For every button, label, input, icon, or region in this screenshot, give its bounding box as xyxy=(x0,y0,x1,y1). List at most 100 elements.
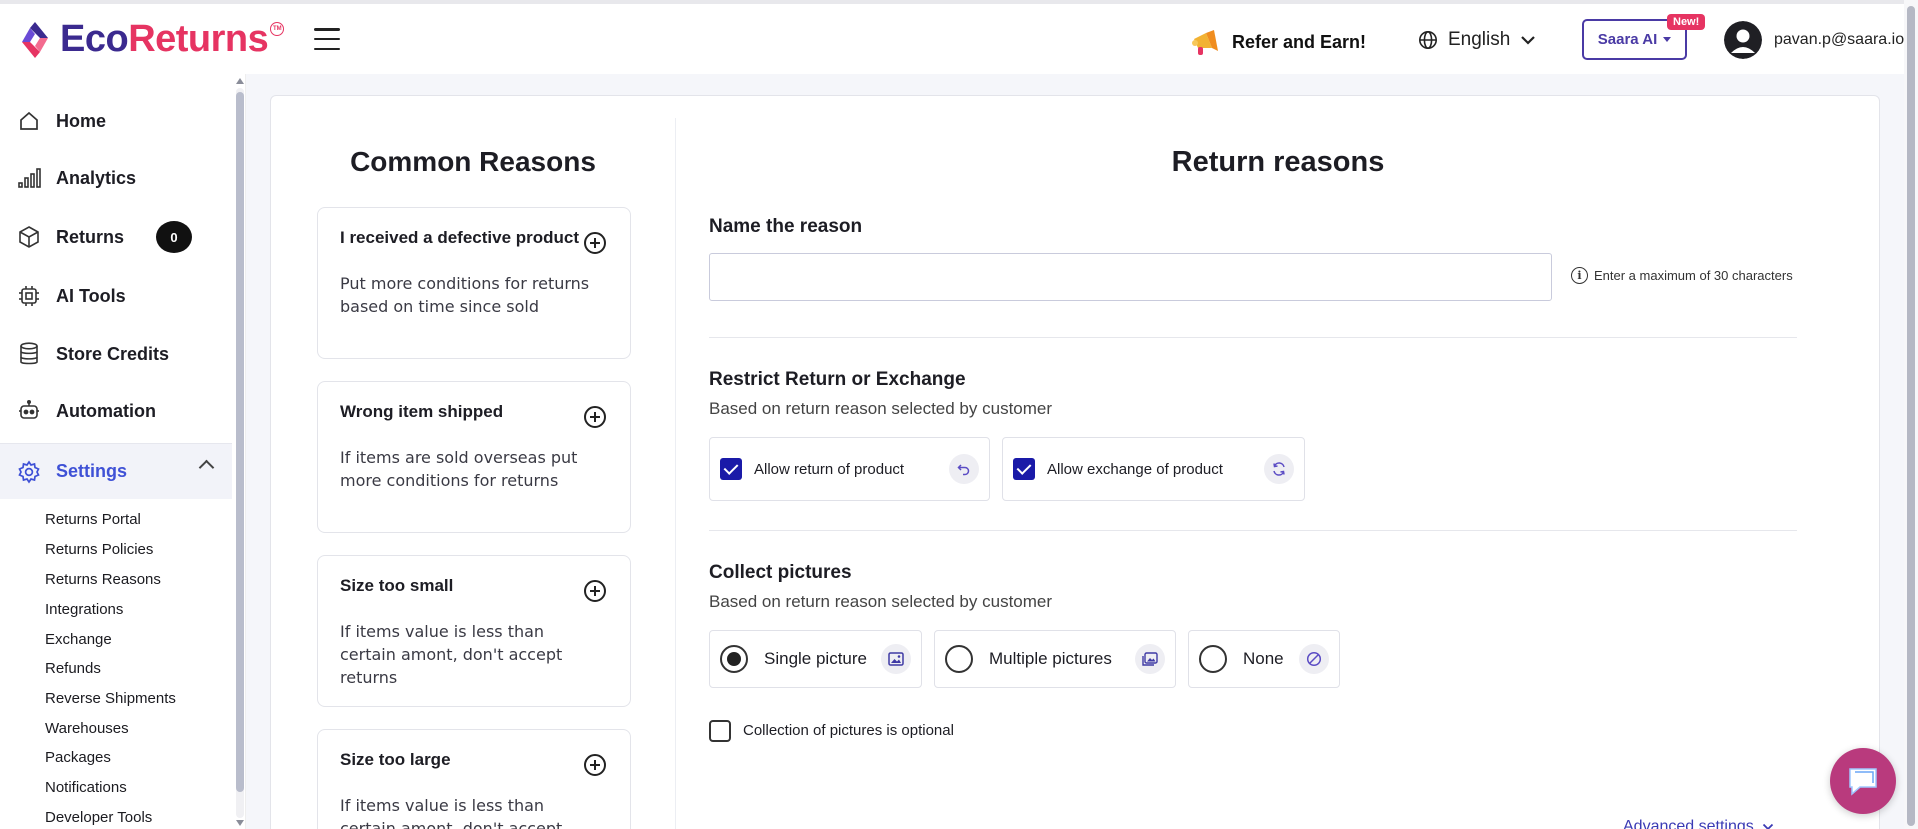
trademark-mark: TM xyxy=(270,21,285,36)
reason-name-input[interactable] xyxy=(709,253,1552,301)
allow-exchange-option[interactable]: Allow exchange of product xyxy=(1002,437,1305,501)
sidebar-item-label: Returns xyxy=(56,226,125,247)
single-picture-label: Single picture xyxy=(764,649,868,668)
refer-and-earn-link[interactable]: Refer and Earn! xyxy=(1190,26,1366,58)
sidebar-subitem-returns-reasons[interactable]: Returns Reasons xyxy=(45,571,161,588)
divider xyxy=(709,530,1797,531)
single-picture-radio[interactable] xyxy=(720,645,748,673)
sidebar-subitem-exchange[interactable]: Exchange xyxy=(45,631,112,648)
brand-name: EcoReturns xyxy=(60,18,269,61)
returns-count-badge: 0 xyxy=(156,221,193,253)
info-icon: i xyxy=(1571,267,1588,284)
sidebar-item-ai-tools[interactable]: AI Tools xyxy=(0,271,232,321)
add-reason-icon[interactable] xyxy=(584,754,606,776)
sidebar: Home Analytics Returns 0 AI Tools Store … xyxy=(0,74,246,829)
reason-card[interactable]: Size too large If items value is less th… xyxy=(317,729,631,829)
undo-icon xyxy=(949,454,979,484)
sidebar-scrollbar[interactable] xyxy=(234,78,246,828)
no-pictures-label: None xyxy=(1243,649,1284,668)
refer-label: Refer and Earn! xyxy=(1232,31,1367,52)
sidebar-item-label: Analytics xyxy=(56,167,137,188)
sidebar-item-store-credits[interactable]: Store Credits xyxy=(0,329,232,379)
home-icon xyxy=(16,108,42,134)
reason-card-description: If items are sold overseas put more cond… xyxy=(340,448,578,490)
language-selector[interactable]: English xyxy=(1418,29,1536,51)
reason-card-title: Size too large xyxy=(340,750,451,769)
sidebar-item-label: Home xyxy=(56,110,107,131)
sidebar-item-home[interactable]: Home xyxy=(0,96,232,146)
allow-exchange-checkbox[interactable] xyxy=(1013,458,1035,480)
allow-return-checkbox[interactable] xyxy=(720,458,742,480)
chevron-down-icon xyxy=(1521,36,1536,45)
user-email: pavan.p@saara.io xyxy=(1774,31,1905,48)
scroll-up-icon[interactable] xyxy=(236,78,244,84)
chat-button[interactable] xyxy=(1830,748,1896,814)
chat-bubble-icon xyxy=(1849,768,1877,796)
sidebar-subitem-notifications[interactable]: Notifications xyxy=(45,779,127,796)
sidebar-subitem-warehouses[interactable]: Warehouses xyxy=(45,720,129,737)
add-reason-icon[interactable] xyxy=(584,580,606,602)
restrict-label: Restrict Return or Exchange xyxy=(709,369,966,390)
advanced-settings-link[interactable]: Advanced settings xyxy=(1623,818,1774,829)
reason-card-title: I received a defective product xyxy=(340,228,580,247)
reason-card[interactable]: Size too small If items value is less th… xyxy=(317,555,631,707)
sidebar-item-label: AI Tools xyxy=(56,285,126,306)
return-reasons-panel: Common Reasons I received a defective pr… xyxy=(270,95,1880,829)
allow-exchange-label: Allow exchange of product xyxy=(1047,460,1223,478)
sidebar-subitem-returns-policies[interactable]: Returns Policies xyxy=(45,541,153,558)
pictures-optional-label: Collection of pictures is optional xyxy=(743,722,954,739)
allow-return-label: Allow return of product xyxy=(754,460,905,478)
reason-card-title: Size too small xyxy=(340,576,454,595)
saara-label: Saara AI xyxy=(1597,31,1658,48)
globe-icon xyxy=(1419,31,1437,49)
sidebar-item-automation[interactable]: Automation xyxy=(0,386,232,436)
reason-card[interactable]: Wrong item shipped If items are sold ove… xyxy=(317,381,631,533)
collect-pictures-subtext: Based on return reason selected by custo… xyxy=(709,592,1053,611)
single-picture-option[interactable]: Single picture xyxy=(709,630,922,688)
robot-icon xyxy=(16,398,42,424)
brand-logo[interactable]: EcoReturns TM xyxy=(20,18,285,61)
new-badge: New! xyxy=(1667,14,1706,30)
add-reason-icon[interactable] xyxy=(584,406,606,428)
page-scroll-thumb[interactable] xyxy=(1907,6,1915,826)
menu-toggle-icon[interactable] xyxy=(314,28,340,50)
sidebar-item-returns[interactable]: Returns 0 xyxy=(0,212,232,262)
prohibited-icon xyxy=(1299,644,1329,674)
language-label: English xyxy=(1448,29,1511,50)
user-icon xyxy=(1724,21,1762,59)
sidebar-item-label: Automation xyxy=(56,400,156,421)
no-pictures-radio[interactable] xyxy=(1199,645,1227,673)
add-reason-icon[interactable] xyxy=(584,232,606,254)
divider xyxy=(709,337,1797,338)
user-menu[interactable]: pavan.p@saara.io xyxy=(1724,21,1904,59)
character-limit-hint: i Enter a maximum of 30 characters xyxy=(1571,267,1793,284)
chevron-up-icon[interactable] xyxy=(198,459,215,476)
reason-card[interactable]: I received a defective product Put more … xyxy=(317,207,631,359)
multiple-pictures-option[interactable]: Multiple pictures xyxy=(934,630,1176,688)
analytics-icon xyxy=(16,165,42,191)
sidebar-subitem-developer-tools[interactable]: Developer Tools xyxy=(45,809,152,826)
sidebar-subitem-refunds[interactable]: Refunds xyxy=(45,660,101,677)
sidebar-subitem-integrations[interactable]: Integrations xyxy=(45,601,123,618)
sidebar-subitem-packages[interactable]: Packages xyxy=(45,749,111,766)
megaphone-icon xyxy=(1192,30,1218,55)
database-icon xyxy=(16,341,42,367)
name-reason-label: Name the reason xyxy=(709,216,863,237)
pictures-optional-checkbox[interactable] xyxy=(709,720,731,742)
sidebar-subitem-reverse-shipments[interactable]: Reverse Shipments xyxy=(45,690,176,707)
collect-pictures-label: Collect pictures xyxy=(709,562,852,583)
sidebar-subitem-returns-portal[interactable]: Returns Portal xyxy=(45,511,141,528)
multiple-pictures-label: Multiple pictures xyxy=(989,649,1112,668)
sidebar-item-settings[interactable]: Settings xyxy=(0,443,232,499)
scroll-thumb[interactable] xyxy=(236,92,244,792)
page-scrollbar[interactable] xyxy=(1904,0,1918,829)
refresh-icon xyxy=(1264,454,1294,484)
app-header: EcoReturns TM Refer and Earn! English Sa… xyxy=(0,4,1918,74)
common-reasons-title: Common Reasons xyxy=(350,146,596,177)
allow-return-option[interactable]: Allow return of product xyxy=(709,437,990,501)
no-pictures-option[interactable]: None xyxy=(1188,630,1340,688)
sidebar-item-analytics[interactable]: Analytics xyxy=(0,153,232,203)
multiple-pictures-radio[interactable] xyxy=(945,645,973,673)
caret-down-icon xyxy=(1663,37,1672,42)
scroll-down-icon[interactable] xyxy=(236,820,244,826)
